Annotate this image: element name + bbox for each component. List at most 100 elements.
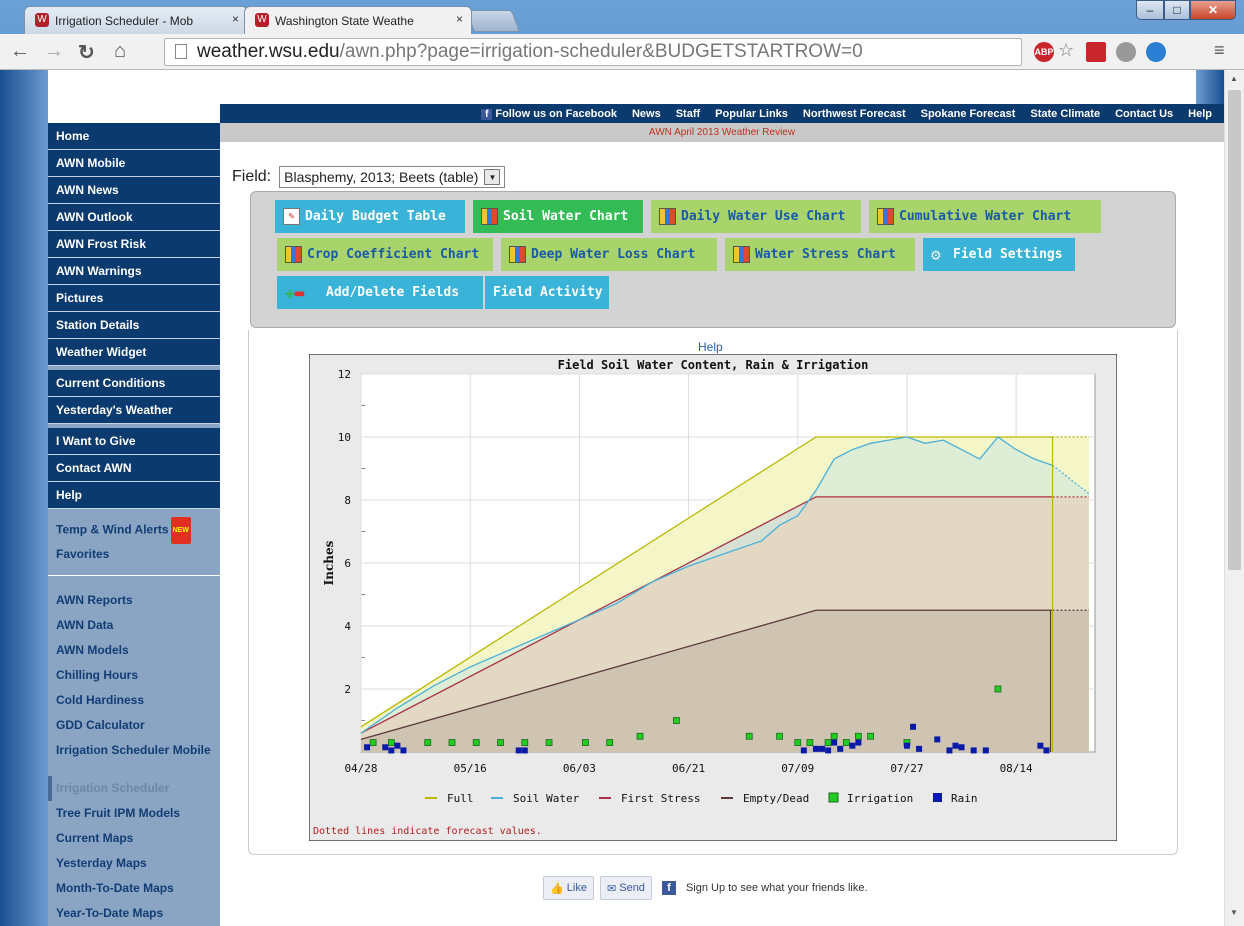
tab-washington-state-weather[interactable]: W Washington State Weathe × xyxy=(244,6,472,34)
vertical-scrollbar[interactable]: ▲ ▼ xyxy=(1224,70,1244,926)
bookmark-star-icon[interactable]: ☆ xyxy=(1058,40,1074,61)
scroll-down-icon[interactable]: ▼ xyxy=(1230,908,1238,917)
sidebar-item-current-maps[interactable]: Current Maps xyxy=(48,826,220,851)
scroll-up-icon[interactable]: ▲ xyxy=(1230,74,1238,83)
sidebar-item-awn-frost-risk[interactable]: AWN Frost Risk xyxy=(48,231,220,258)
daily-water-use-chart-button[interactable]: Daily Water Use Chart xyxy=(651,200,861,233)
tab-irrigation-scheduler-mobile[interactable]: W Irrigation Scheduler - Mob × xyxy=(24,6,248,34)
bar-chart-icon xyxy=(285,246,302,263)
pdf-extension-icon[interactable] xyxy=(1086,42,1106,62)
weather-review-banner[interactable]: AWN April 2013 Weather Review xyxy=(220,123,1224,142)
send-icon: ✉ xyxy=(606,882,617,895)
sidebar-item-yesterday-maps[interactable]: Yesterday Maps xyxy=(48,851,220,876)
new-tab-button[interactable] xyxy=(465,10,521,32)
rain-marker xyxy=(982,747,989,754)
topnav-contact-us[interactable]: Contact Us xyxy=(1115,108,1173,120)
topnav-news[interactable]: News xyxy=(632,108,661,120)
topnav-state-climate[interactable]: State Climate xyxy=(1030,108,1100,120)
back-arrow-icon[interactable]: ← xyxy=(10,40,30,63)
rain-marker xyxy=(1037,742,1044,749)
y-tick-label: 12 xyxy=(338,368,351,381)
sidebar-item-yesterday-s-weather[interactable]: Yesterday's Weather xyxy=(48,397,220,424)
topnav-staff[interactable]: Staff xyxy=(676,108,700,120)
forward-arrow-icon[interactable]: → xyxy=(44,40,64,63)
sidebar-item-irrigation-scheduler-mobile[interactable]: Irrigation Scheduler Mobile xyxy=(48,738,220,776)
sidebar-item-home[interactable]: Home xyxy=(48,123,220,150)
soil-water-chart-label: Soil Water Chart xyxy=(503,209,629,224)
field-select[interactable]: Blasphemy, 2013; Beets (table) ▼ xyxy=(279,166,506,188)
facebook-like-button[interactable]: 👍 Like xyxy=(543,876,594,900)
rain-marker xyxy=(364,744,371,751)
sidebar-item-awn-reports[interactable]: AWN Reports xyxy=(48,588,220,613)
address-bar[interactable]: weather.wsu.edu/awn.php?page=irrigation-… xyxy=(164,38,1022,66)
legend-label: Irrigation xyxy=(847,792,913,805)
sidebar-item-label: AWN Reports xyxy=(56,593,133,607)
menu-icon[interactable]: ≡ xyxy=(1214,40,1225,61)
legend-label: Soil Water xyxy=(513,792,580,805)
adblock-extension-icon[interactable]: ABP xyxy=(1034,42,1054,62)
sidebar-item-cold-hardiness[interactable]: Cold Hardiness xyxy=(48,688,220,713)
close-window-button[interactable]: ✕ xyxy=(1190,0,1236,20)
maximize-button[interactable]: □ xyxy=(1164,0,1190,20)
speech-extension-icon[interactable] xyxy=(1116,42,1136,62)
topnav-northwest-forecast[interactable]: Northwest Forecast xyxy=(803,108,906,120)
sidebar-item-favorites[interactable]: Favorites xyxy=(48,542,220,567)
sidebar-item-awn-news[interactable]: AWN News xyxy=(48,177,220,204)
sidebar-item-station-details[interactable]: Station Details xyxy=(48,312,220,339)
topnav-follow-us-on-facebook[interactable]: f Follow us on Facebook xyxy=(481,108,617,120)
globe-extension-icon[interactable] xyxy=(1146,42,1166,62)
water-stress-chart-label: Water Stress Chart xyxy=(755,247,896,262)
irrigation-marker xyxy=(545,739,553,746)
deep-water-loss-chart-button[interactable]: Deep Water Loss Chart xyxy=(501,238,717,271)
topnav-popular-links[interactable]: Popular Links xyxy=(715,108,788,120)
sidebar-item-temp-wind-alerts[interactable]: Temp & Wind Alerts NEW xyxy=(48,517,220,544)
sidebar-item-irrigation-scheduler[interactable]: Irrigation Scheduler xyxy=(48,776,220,801)
sidebar-item-label: GDD Calculator xyxy=(56,718,145,732)
add-delete-fields-button[interactable]: ✚▬ Add/Delete Fields xyxy=(277,276,483,309)
irrigation-marker xyxy=(867,732,874,740)
sidebar-item-i-want-to-give[interactable]: I Want to Give xyxy=(48,428,220,455)
scroll-thumb[interactable] xyxy=(1228,90,1241,570)
sidebar-item-awn-warnings[interactable]: AWN Warnings xyxy=(48,258,220,285)
topnav-label: Staff xyxy=(675,107,701,120)
topnav-help[interactable]: Help xyxy=(1188,108,1212,120)
sidebar-item-label: Chilling Hours xyxy=(56,668,138,682)
sidebar-item-awn-outlook[interactable]: AWN Outlook xyxy=(48,204,220,231)
field-activity-button[interactable]: Field Activity xyxy=(485,276,609,309)
water-stress-chart-button[interactable]: Water Stress Chart xyxy=(725,238,915,271)
sidebar-item-weather-widget[interactable]: Weather Widget xyxy=(48,339,220,366)
sidebar-item-current-conditions[interactable]: Current Conditions xyxy=(48,370,220,397)
crop-coefficient-chart-button[interactable]: Crop Coefficient Chart xyxy=(277,238,493,271)
sidebar-item-awn-mobile[interactable]: AWN Mobile xyxy=(48,150,220,177)
rain-marker xyxy=(849,742,856,749)
sidebar-item-month-to-date-maps[interactable]: Month-To-Date Maps xyxy=(48,876,220,901)
soil-water-chart-button[interactable]: Soil Water Chart xyxy=(473,200,643,233)
tab-close-icon[interactable]: × xyxy=(232,12,239,26)
sidebar-item-chilling-hours[interactable]: Chilling Hours xyxy=(48,663,220,688)
tab-close-icon[interactable]: × xyxy=(456,12,463,26)
field-settings-button[interactable]: ⚙ Field Settings xyxy=(923,238,1075,271)
irrigation-marker xyxy=(824,739,832,746)
reload-icon[interactable]: ↻ xyxy=(78,40,95,65)
facebook-signup-text[interactable]: Sign Up to see what your friends like. xyxy=(686,882,868,894)
sidebar-item-contact-awn[interactable]: Contact AWN xyxy=(48,455,220,482)
rain-marker xyxy=(970,747,977,754)
cumulative-water-chart-button[interactable]: Cumulative Water Chart xyxy=(869,200,1101,233)
daily-budget-table-button[interactable]: ✎ Daily Budget Table xyxy=(275,200,465,233)
irrigation-marker xyxy=(448,739,456,746)
topnav-spokane-forecast[interactable]: Spokane Forecast xyxy=(921,108,1016,120)
sidebar-item-awn-models[interactable]: AWN Models xyxy=(48,638,220,663)
sidebar-item-awn-data[interactable]: AWN Data xyxy=(48,613,220,638)
rain-marker xyxy=(903,742,910,749)
sidebar-item-pictures[interactable]: Pictures xyxy=(48,285,220,312)
sidebar-item-year-to-date-maps[interactable]: Year-To-Date Maps xyxy=(48,901,220,926)
dropdown-arrow-icon[interactable]: ▼ xyxy=(484,169,501,185)
minimize-button[interactable]: – xyxy=(1136,0,1164,20)
sidebar-item-tree-fruit-ipm-models[interactable]: Tree Fruit IPM Models xyxy=(48,801,220,826)
home-icon[interactable]: ⌂ xyxy=(114,40,126,63)
sidebar-item-help[interactable]: Help xyxy=(48,482,220,509)
page-icon xyxy=(175,44,187,59)
sidebar-item-gdd-calculator[interactable]: GDD Calculator xyxy=(48,713,220,738)
facebook-send-button[interactable]: ✉ Send xyxy=(599,876,652,900)
chart-help-link[interactable]: Help xyxy=(698,340,723,354)
